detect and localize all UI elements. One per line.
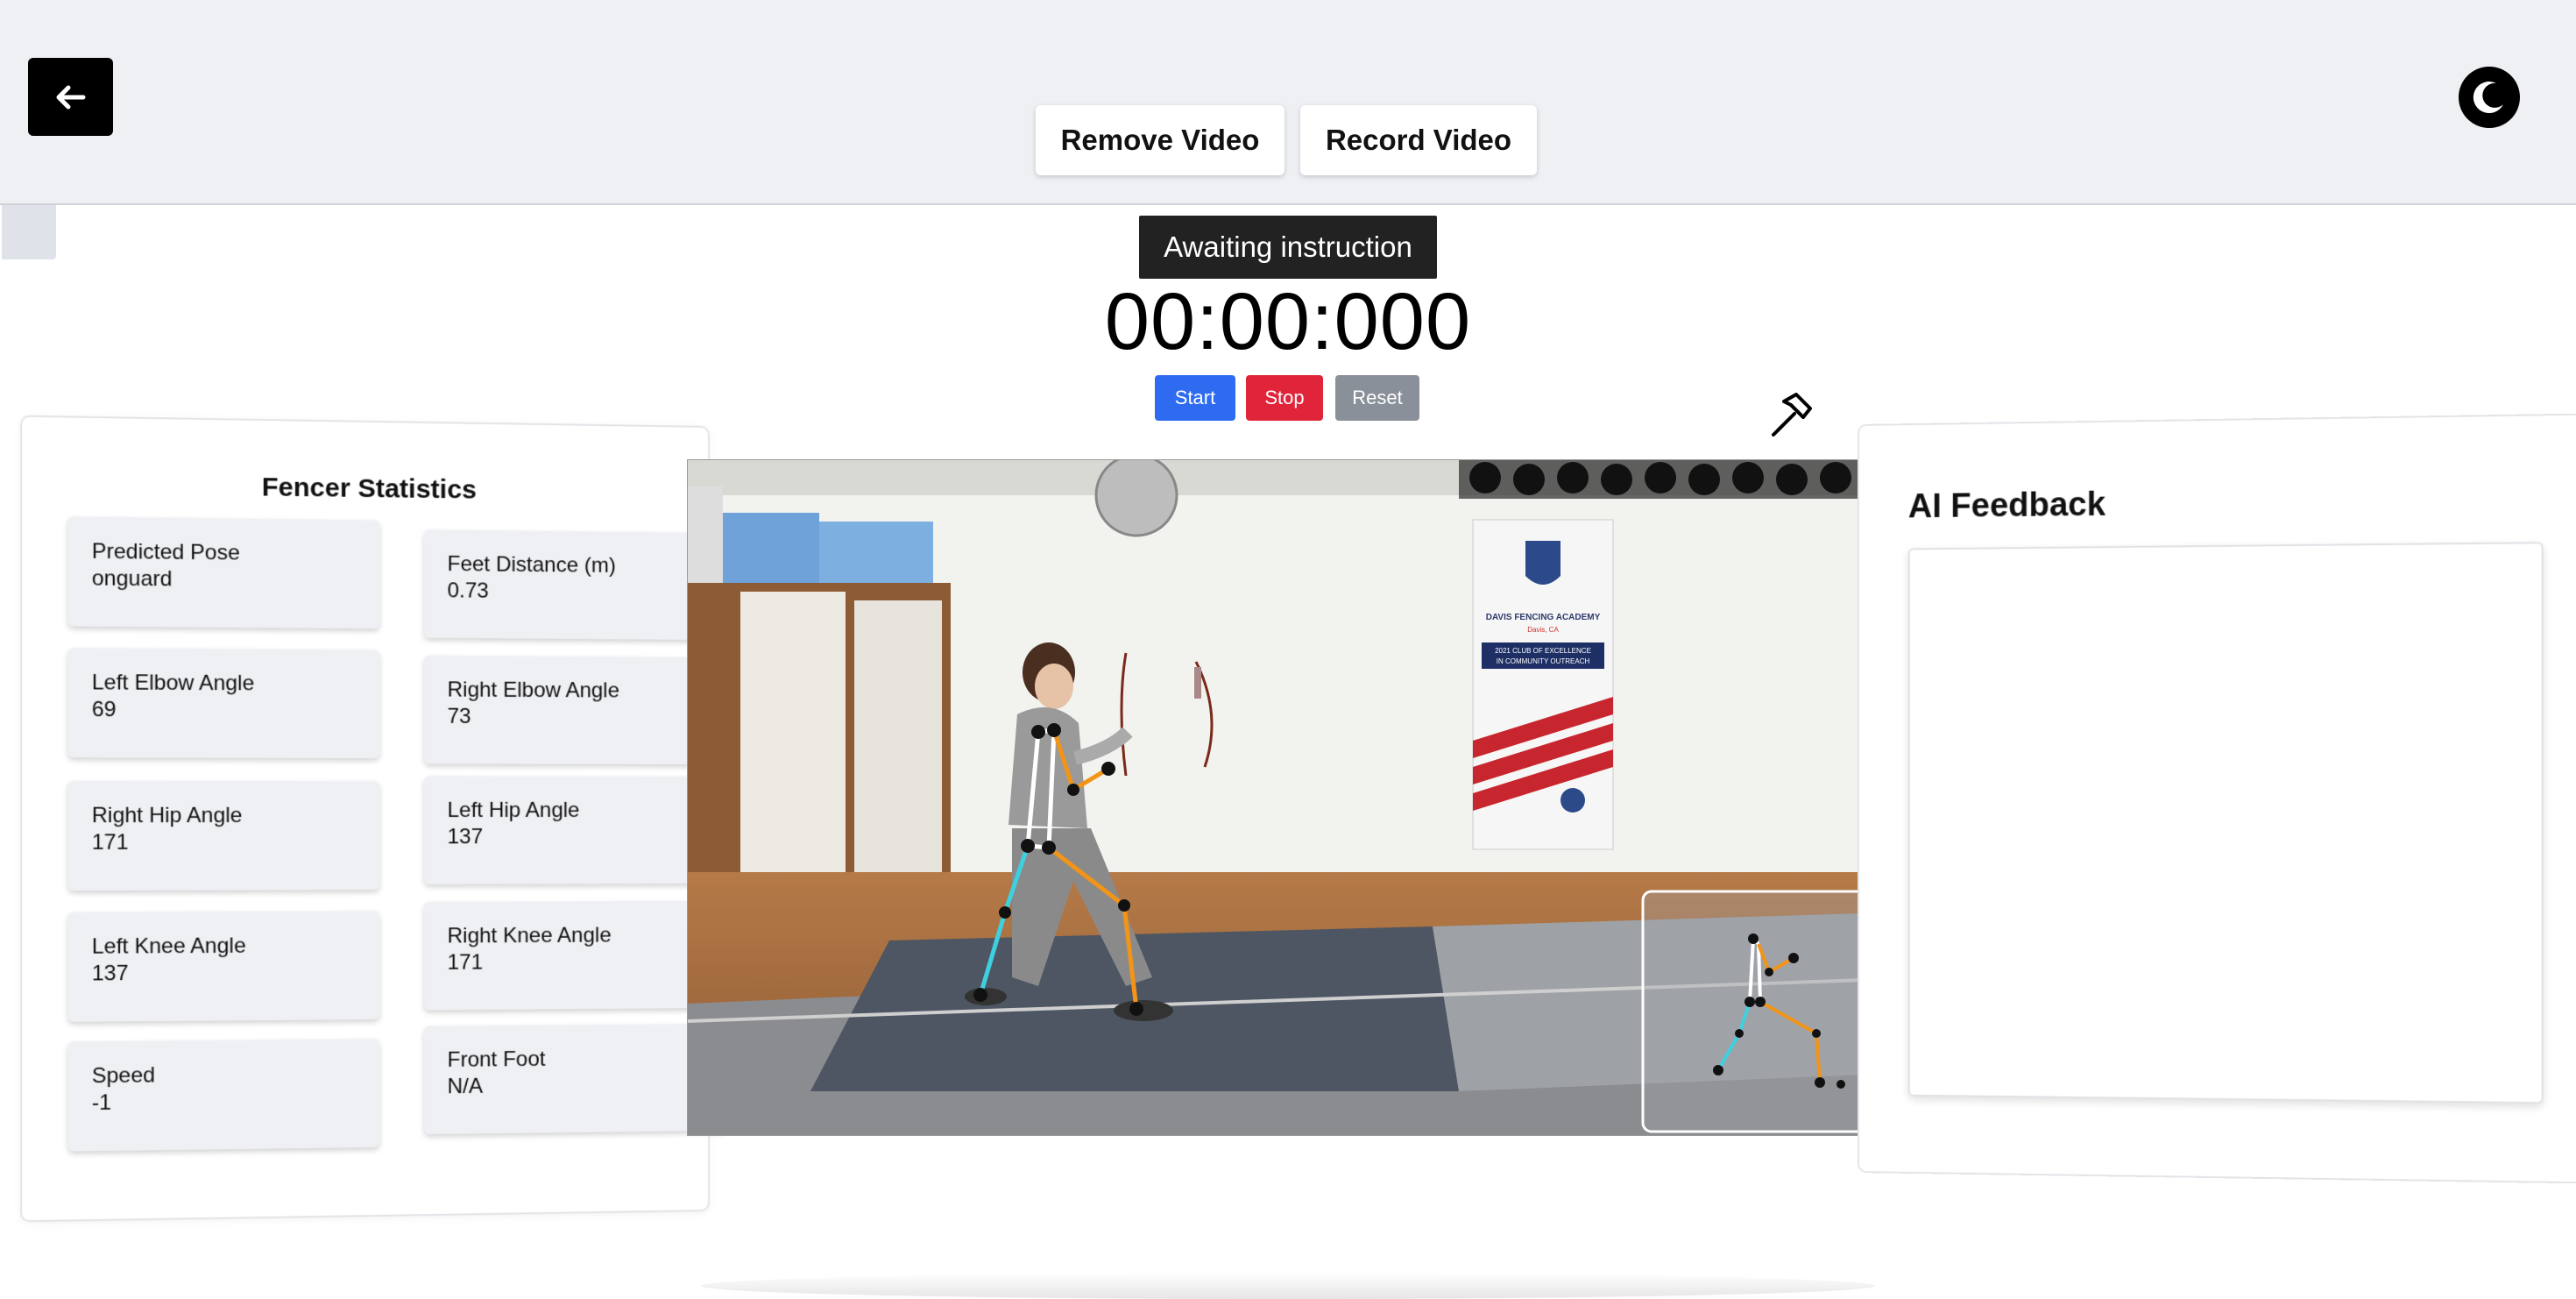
ai-feedback-panel: AI Feedback bbox=[1858, 412, 2576, 1185]
fencer-statistics-panel: Fencer Statistics Predicted Pose onguard F… bbox=[20, 415, 727, 1223]
stat-card: Left Knee Angle 137 bbox=[67, 911, 380, 1022]
instruction-status: Awaiting instruction bbox=[1139, 216, 1437, 279]
pose-minimap bbox=[1641, 890, 1888, 1133]
stat-value: 73 bbox=[447, 704, 471, 729]
stat-value: 0.73 bbox=[447, 579, 489, 603]
stat-label: Left Hip Angle bbox=[447, 798, 580, 823]
stat-value: 171 bbox=[447, 950, 484, 975]
bottom-shadow bbox=[701, 1273, 1875, 1299]
wall-fan bbox=[1094, 460, 1178, 537]
video-frame: DAVIS FENCING ACADEMY Davis, CA 2021 CLU… bbox=[688, 460, 1890, 1135]
reset-button[interactable]: Reset bbox=[1335, 375, 1419, 421]
stat-label: Predicted Pose bbox=[91, 539, 240, 565]
stat-card: Left Elbow Angle 69 bbox=[67, 648, 380, 759]
feedback-title: AI Feedback bbox=[1907, 486, 2106, 526]
stat-card: Right Hip Angle 171 bbox=[67, 780, 380, 891]
hammer-icon[interactable] bbox=[1765, 391, 1817, 444]
stat-label: Front Foot bbox=[447, 1047, 546, 1073]
stat-label: Right Hip Angle bbox=[91, 803, 243, 828]
stat-label: Right Elbow Angle bbox=[447, 678, 619, 703]
stat-value: onguard bbox=[91, 566, 173, 592]
stat-card: Predicted Pose onguard bbox=[67, 516, 380, 629]
stat-card: Left Hip Angle 137 bbox=[424, 776, 727, 884]
stat-label: Left Elbow Angle bbox=[91, 670, 255, 696]
theme-toggle-button[interactable] bbox=[2459, 67, 2520, 128]
stat-value: 137 bbox=[447, 825, 484, 849]
banner-subtitle: Davis, CA bbox=[1527, 626, 1559, 634]
academy-banner: DAVIS FENCING ACADEMY Davis, CA 2021 CLU… bbox=[1472, 519, 1614, 850]
stat-label: Feet Distance (m) bbox=[447, 551, 616, 578]
stat-card: Front Foot N/A bbox=[424, 1023, 727, 1135]
stat-label: Left Knee Angle bbox=[91, 933, 246, 959]
start-button[interactable]: Start bbox=[1155, 375, 1235, 421]
stat-card: Speed -1 bbox=[67, 1039, 380, 1152]
stat-label: Right Knee Angle bbox=[447, 923, 612, 948]
stat-card: Right Knee Angle 171 bbox=[424, 900, 727, 1011]
banner-line-1: 2021 CLUB OF EXCELLENCE bbox=[1495, 647, 1591, 655]
banner-title: DAVIS FENCING ACADEMY bbox=[1486, 613, 1601, 622]
stats-grid: Predicted Pose onguard Feet Distance (m) 0.… bbox=[22, 417, 727, 1152]
stats-title: Fencer Statistics bbox=[261, 472, 478, 505]
arrow-left-icon bbox=[56, 85, 85, 109]
record-video-button[interactable]: Record Video bbox=[1300, 105, 1537, 175]
back-button[interactable] bbox=[28, 58, 113, 136]
stop-button[interactable]: Stop bbox=[1246, 375, 1323, 421]
stat-card: Feet Distance (m) 0.73 bbox=[424, 529, 727, 641]
stat-card: Right Elbow Angle 73 bbox=[424, 655, 727, 765]
ceiling-gear bbox=[1469, 462, 1851, 495]
moon-icon bbox=[2473, 82, 2503, 114]
stopwatch-display: 00:00:000 bbox=[1104, 277, 1472, 366]
stat-value: -1 bbox=[91, 1090, 112, 1116]
top-bar: Remove Video Record Video bbox=[0, 0, 2576, 205]
video-player[interactable]: DAVIS FENCING ACADEMY Davis, CA 2021 CLU… bbox=[687, 459, 1891, 1136]
stat-value: N/A bbox=[447, 1074, 484, 1099]
banner-line-2: IN COMMUNITY OUTREACH bbox=[1497, 657, 1590, 665]
stat-value: 171 bbox=[91, 830, 129, 855]
feedback-content bbox=[1907, 542, 2544, 1104]
stat-label: Speed bbox=[91, 1063, 156, 1089]
remove-video-button[interactable]: Remove Video bbox=[1036, 105, 1284, 175]
stat-value: 137 bbox=[91, 961, 129, 986]
stat-value: 69 bbox=[91, 697, 117, 722]
sidebar-toggle[interactable] bbox=[2, 205, 56, 259]
